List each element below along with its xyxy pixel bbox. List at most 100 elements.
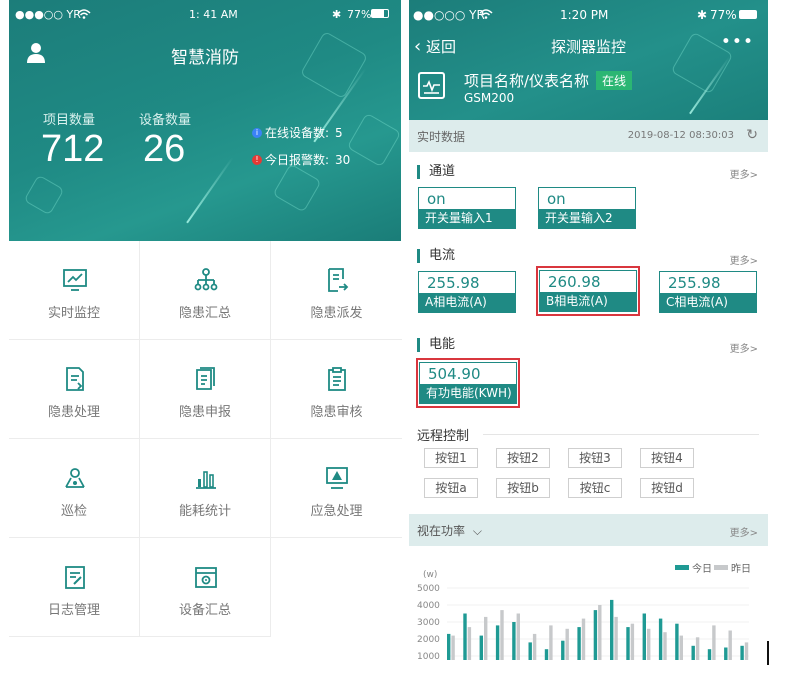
home-header: ●●●○○ YR 1: 41 AM ✱ 77% 智慧消防 项目数量 712 设备… bbox=[9, 0, 401, 241]
decor-light bbox=[186, 156, 234, 224]
battery-icon bbox=[371, 9, 389, 18]
y-tick-label: 5000 bbox=[417, 584, 440, 594]
menu-hazard-process[interactable]: 隐患处理 bbox=[9, 340, 140, 439]
current-name: B相电流(A) bbox=[540, 292, 636, 311]
page-title: 探测器监控 bbox=[550, 38, 626, 56]
menu-device-summary[interactable]: 设备汇总 bbox=[140, 538, 271, 637]
refresh-icon[interactable]: ↻ bbox=[746, 127, 758, 143]
chevron-down-icon: ⌵ bbox=[472, 524, 482, 538]
more-menu-button[interactable]: ••• bbox=[721, 32, 754, 52]
current-name: C相电流(A) bbox=[660, 293, 756, 312]
channel-value: on bbox=[547, 190, 566, 208]
channel-title: 通道 bbox=[417, 165, 455, 179]
channel-more-link[interactable]: 更多> bbox=[730, 166, 758, 181]
control-button-a[interactable]: 按钮a bbox=[424, 478, 478, 498]
bar-yesterday bbox=[614, 616, 618, 660]
current-title: 电流 bbox=[417, 249, 455, 263]
menu-emergency[interactable]: 应急处理 bbox=[271, 439, 402, 538]
menu-label: 设备汇总 bbox=[178, 603, 231, 618]
menu-patrol[interactable]: 巡检 bbox=[9, 439, 140, 538]
menu-label: 能耗统计 bbox=[178, 504, 231, 519]
clipboard-icon bbox=[328, 367, 346, 391]
wifi-icon bbox=[77, 9, 91, 19]
alert-monitor-icon bbox=[326, 467, 348, 489]
menu-label: 隐患处理 bbox=[47, 405, 100, 420]
menu-realtime-monitor[interactable]: 实时监控 bbox=[9, 241, 140, 340]
report-doc-icon bbox=[196, 367, 215, 390]
channel-value: on bbox=[427, 190, 446, 208]
bar-today bbox=[724, 647, 728, 660]
bar-today bbox=[707, 649, 712, 660]
menu-hazard-audit[interactable]: 隐患审核 bbox=[271, 340, 402, 439]
control-button-d[interactable]: 按钮d bbox=[640, 478, 694, 498]
menu-hazard-report[interactable]: 隐患申报 bbox=[140, 340, 271, 439]
bar-today bbox=[593, 610, 598, 660]
channel-name: 开关量输入2 bbox=[539, 209, 635, 228]
bar-yesterday bbox=[630, 623, 635, 660]
bar-yesterday bbox=[484, 616, 488, 660]
current-more-link[interactable]: 更多> bbox=[730, 252, 758, 267]
home-screen: ●●●○○ YR 1: 41 AM ✱ 77% 智慧消防 项目数量 712 设备… bbox=[9, 0, 402, 693]
status-signal: ●●●○○ YR bbox=[15, 8, 81, 21]
chart-selector[interactable]: 视在功率 ⌵ bbox=[417, 522, 482, 539]
status-battery: 77% bbox=[710, 8, 737, 22]
menu-label: 隐患派发 bbox=[310, 306, 363, 321]
menu-hazard-dispatch[interactable]: 隐患派发 bbox=[271, 241, 402, 340]
bar-yesterday bbox=[712, 625, 716, 660]
control-button-1[interactable]: 按钮1 bbox=[424, 448, 478, 468]
bar-yesterday bbox=[679, 635, 683, 660]
menu-log-manage[interactable]: 日志管理 bbox=[9, 538, 140, 637]
energy-card[interactable]: 504.90 有功电能(KWH) bbox=[419, 362, 517, 404]
channel-name: 开关量输入1 bbox=[419, 209, 515, 228]
menu-label: 隐患申报 bbox=[178, 405, 231, 420]
channel-card[interactable]: on 开关量输入2 bbox=[538, 187, 636, 229]
device-count-label: 设备数量 bbox=[139, 113, 192, 128]
online-device-stat: i 在线设备数: 5 bbox=[252, 124, 343, 141]
control-button-3[interactable]: 按钮3 bbox=[568, 448, 622, 468]
status-signal: ●●○○○ YR bbox=[413, 8, 485, 22]
energy-name: 有功电能(KWH) bbox=[420, 384, 516, 403]
control-button-c[interactable]: 按钮c bbox=[568, 478, 622, 498]
current-card-b[interactable]: 260.98 B相电流(A) bbox=[539, 270, 637, 312]
project-name: 项目名称/仪表名称 bbox=[464, 72, 590, 90]
device-count-value: 26 bbox=[143, 128, 186, 170]
y-tick-label: 2000 bbox=[417, 635, 440, 645]
bar-today bbox=[561, 640, 565, 660]
control-button-b[interactable]: 按钮b bbox=[496, 478, 550, 498]
menu-label: 巡检 bbox=[60, 504, 87, 519]
bar-yesterday bbox=[451, 635, 455, 660]
alarm-stat: ! 今日报警数: 30 bbox=[252, 151, 350, 168]
energy-more-link[interactable]: 更多> bbox=[730, 340, 758, 355]
current-value: 255.98 bbox=[427, 274, 480, 292]
apparent-power-bar: 视在功率 ⌵ 更多> bbox=[409, 514, 768, 546]
bar-today bbox=[610, 599, 614, 660]
bar-yesterday bbox=[549, 625, 553, 660]
channel-card[interactable]: on 开关量输入1 bbox=[418, 187, 516, 229]
decor-hexagon bbox=[272, 163, 322, 213]
status-battery: 77% bbox=[347, 8, 372, 21]
apparent-power-chart: (w) 5000 4000 3000 2000 1000 bbox=[417, 570, 749, 660]
menu-energy-stats[interactable]: 能耗统计 bbox=[140, 439, 271, 538]
y-axis-unit: (w) bbox=[423, 570, 437, 580]
control-button-2[interactable]: 按钮2 bbox=[496, 448, 550, 468]
chart-more-link[interactable]: 更多> bbox=[730, 524, 758, 539]
online-device-label: 在线设备数: bbox=[265, 126, 330, 140]
current-card-a[interactable]: 255.98 A相电流(A) bbox=[418, 271, 516, 313]
remote-control-title: 远程控制 bbox=[417, 429, 470, 444]
current-card-c[interactable]: 255.98 C相电流(A) bbox=[659, 271, 757, 313]
control-button-4[interactable]: 按钮4 bbox=[640, 448, 694, 468]
device-model: GSM200 bbox=[464, 91, 515, 105]
y-tick-label: 1000 bbox=[417, 652, 440, 660]
bar-today bbox=[577, 627, 581, 660]
decor-hexagon bbox=[346, 112, 401, 168]
bar-today bbox=[675, 623, 679, 660]
bar-today bbox=[626, 627, 630, 660]
bar-yesterday bbox=[532, 633, 537, 660]
menu-hazard-summary[interactable]: 隐患汇总 bbox=[140, 241, 271, 340]
bluetooth-icon: ✱ bbox=[697, 8, 708, 22]
status-time: 1:20 PM bbox=[560, 8, 609, 22]
alarm-value: 30 bbox=[335, 152, 351, 167]
bar-yesterday bbox=[500, 610, 504, 660]
online-device-value: 5 bbox=[335, 125, 343, 140]
bar-yesterday bbox=[663, 632, 667, 660]
